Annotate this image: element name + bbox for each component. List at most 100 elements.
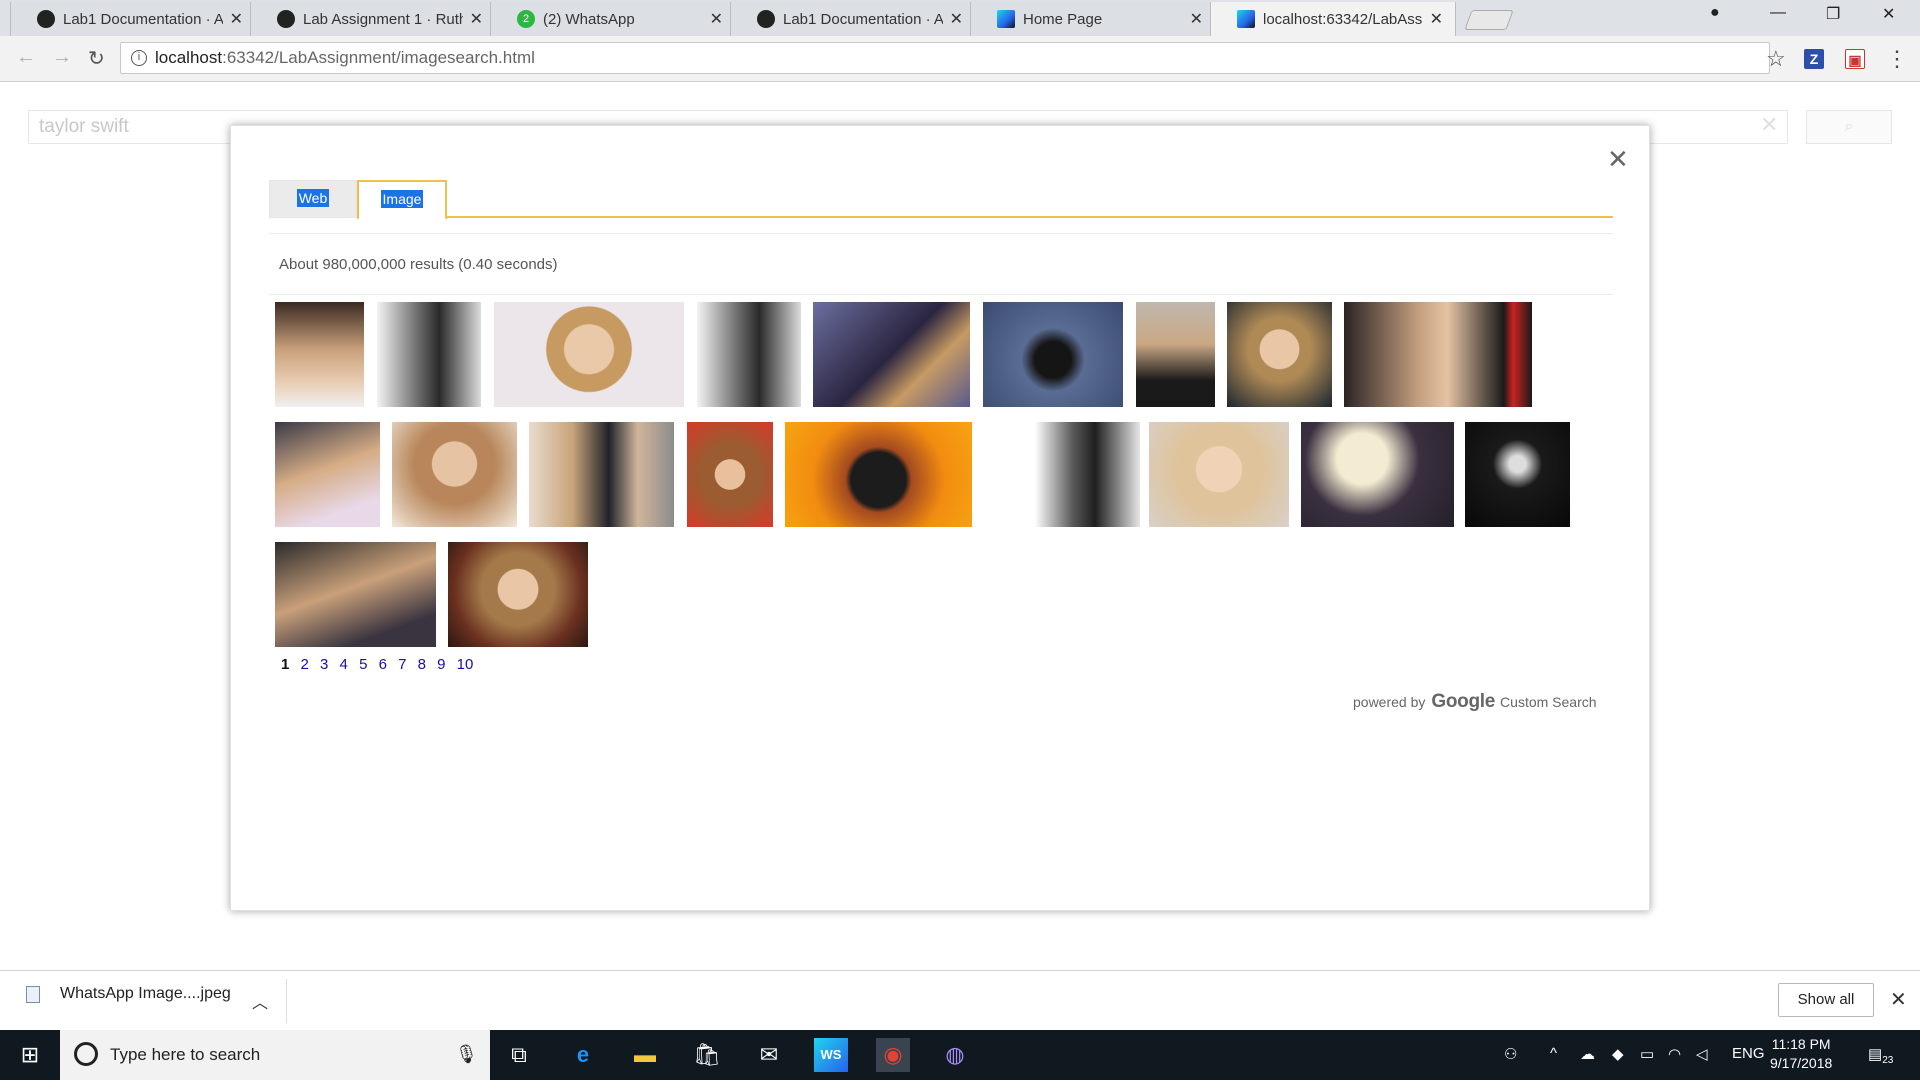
people-icon[interactable]: ⚇ [1504, 1045, 1517, 1063]
page-content: taylor swift ✕ ⌕ ✕ Web Image About 980,0… [0, 82, 1920, 970]
webstorm-icon[interactable]: WS [814, 1038, 848, 1072]
chrome-icon[interactable]: ◉ [876, 1038, 910, 1072]
page-link[interactable]: 10 [457, 656, 474, 673]
tab-image[interactable]: Image [357, 180, 447, 220]
image-thumbnail[interactable] [392, 422, 517, 527]
clear-search-icon[interactable]: ✕ [1760, 112, 1778, 138]
page-link[interactable]: 8 [418, 656, 426, 673]
close-icon[interactable]: ✕ [1890, 987, 1907, 1012]
reload-icon[interactable]: ↻ [88, 46, 105, 71]
image-thumbnail[interactable] [990, 422, 1140, 527]
image-thumbnail[interactable] [529, 422, 674, 527]
wifi-icon[interactable]: ◠ [1668, 1045, 1681, 1063]
image-thumbnail[interactable] [275, 542, 436, 647]
page-link[interactable]: 6 [379, 656, 387, 673]
dropbox-icon[interactable]: ◆ [1612, 1045, 1624, 1063]
page-link[interactable]: 1 [281, 656, 289, 673]
image-thumbnail[interactable] [1344, 302, 1532, 407]
task-view-icon[interactable]: ⧉ [502, 1038, 536, 1072]
result-type-tabs: Web Image [269, 178, 1613, 220]
back-icon[interactable]: ← [16, 46, 36, 69]
tab-web[interactable]: Web [269, 180, 357, 218]
results-info: About 980,000,000 results (0.40 seconds) [279, 256, 558, 273]
close-icon[interactable]: ✕ [710, 9, 723, 29]
page-link[interactable]: 7 [398, 656, 406, 673]
profile-icon[interactable]: ● [1710, 4, 1720, 22]
image-thumbnail[interactable] [687, 422, 773, 527]
taskbar-search[interactable]: Type here to search 🎙 [60, 1030, 490, 1080]
restore-icon[interactable]: ❐ [1826, 4, 1840, 24]
clock[interactable]: 11:18 PM 9/17/2018 [1770, 1035, 1832, 1073]
close-icon[interactable]: ✕ [1190, 9, 1203, 29]
close-icon[interactable]: ✕ [1607, 144, 1629, 175]
close-icon[interactable]: ✕ [1430, 9, 1443, 29]
new-tab-button[interactable] [1464, 10, 1514, 30]
mail-icon[interactable]: ✉ [752, 1038, 786, 1072]
notification-count: 23 [1882, 1055, 1894, 1066]
close-icon[interactable]: ✕ [470, 9, 483, 29]
close-icon[interactable]: ✕ [950, 9, 963, 29]
image-thumbnail[interactable] [1301, 422, 1454, 527]
tab-title: localhost:63342/LabAssig [1263, 10, 1423, 28]
divider [286, 979, 287, 1023]
image-thumbnail[interactable] [697, 302, 801, 407]
page-link[interactable]: 9 [437, 656, 445, 673]
image-thumbnail[interactable] [1149, 422, 1289, 527]
page-link[interactable]: 5 [359, 656, 367, 673]
page-link[interactable]: 4 [340, 656, 348, 673]
address-bar[interactable]: i localhost:63342/LabAssignment/imagesea… [120, 42, 1770, 74]
pocket-extension-icon[interactable]: ▣ [1845, 49, 1865, 69]
menu-icon[interactable]: ⋮ [1886, 46, 1908, 72]
browser-tab[interactable]: Lab Assignment 1 · Ruth ✕ [250, 2, 496, 36]
browser-tab[interactable]: Lab1 Documentation · Aa ✕ [730, 2, 976, 36]
image-thumbnail[interactable] [813, 302, 970, 407]
download-item[interactable]: WhatsApp Image....jpeg [26, 985, 231, 1003]
notifications-icon[interactable]: ▤23 [1868, 1045, 1893, 1066]
minimize-icon[interactable]: — [1770, 4, 1786, 22]
volume-icon[interactable]: ◁ [1696, 1045, 1708, 1063]
microphone-icon[interactable]: 🎙 [455, 1044, 478, 1065]
info-icon[interactable]: i [131, 50, 147, 66]
onedrive-icon[interactable]: ☁ [1580, 1045, 1595, 1063]
image-thumbnail[interactable] [1227, 302, 1332, 407]
edge-icon[interactable]: e [566, 1038, 600, 1072]
language-indicator[interactable]: ENG [1732, 1045, 1765, 1062]
github-desktop-icon[interactable]: ◍ [938, 1038, 972, 1072]
windows-start-icon[interactable]: ⊞ [0, 1030, 60, 1080]
image-thumbnail[interactable] [275, 422, 380, 527]
chevron-up-icon[interactable]: ^ [1550, 1045, 1557, 1062]
forward-icon[interactable]: → [52, 46, 72, 69]
browser-tab[interactable]: Home Page ✕ [970, 2, 1216, 36]
image-thumbnail[interactable] [275, 302, 364, 407]
battery-icon[interactable]: ▭ [1640, 1045, 1654, 1063]
zotero-extension-icon[interactable]: Z [1804, 49, 1824, 69]
store-icon[interactable]: 🛍 [690, 1038, 724, 1072]
tab-title: Lab1 Documentation · Aa [783, 10, 943, 28]
cortana-icon [74, 1042, 98, 1066]
whatsapp-icon: 2 [517, 10, 535, 28]
image-thumbnail[interactable] [983, 302, 1123, 407]
image-thumbnail[interactable] [377, 302, 481, 407]
close-icon[interactable]: ✕ [230, 9, 243, 29]
tab-title: Home Page [1023, 10, 1103, 28]
pagination: 1 2 3 4 5 6 7 8 9 10 [281, 656, 480, 673]
webstorm-icon [1237, 10, 1255, 28]
search-button[interactable]: ⌕ [1806, 110, 1892, 144]
page-link[interactable]: 2 [301, 656, 309, 673]
webstorm-icon [997, 10, 1015, 28]
show-all-button[interactable]: Show all [1778, 983, 1874, 1017]
file-explorer-icon[interactable]: ▬ [628, 1038, 662, 1072]
browser-tab-active[interactable]: localhost:63342/LabAssig ✕ [1210, 2, 1456, 36]
page-link[interactable]: 3 [320, 656, 328, 673]
image-thumbnail[interactable] [1465, 422, 1570, 527]
browser-tab[interactable]: 2 (2) WhatsApp ✕ [490, 2, 736, 36]
url-host: localhost [155, 48, 223, 67]
bookmark-star-icon[interactable]: ☆ [1766, 46, 1786, 72]
chevron-up-icon[interactable]: ︿ [252, 989, 268, 1013]
browser-tab[interactable]: Lab1 Documentation · Aa ✕ [10, 2, 256, 36]
window-close-icon[interactable]: ✕ [1882, 4, 1895, 24]
image-thumbnail[interactable] [1136, 302, 1215, 407]
image-thumbnail[interactable] [494, 302, 684, 407]
image-thumbnail[interactable] [785, 422, 972, 527]
image-thumbnail[interactable] [448, 542, 588, 647]
